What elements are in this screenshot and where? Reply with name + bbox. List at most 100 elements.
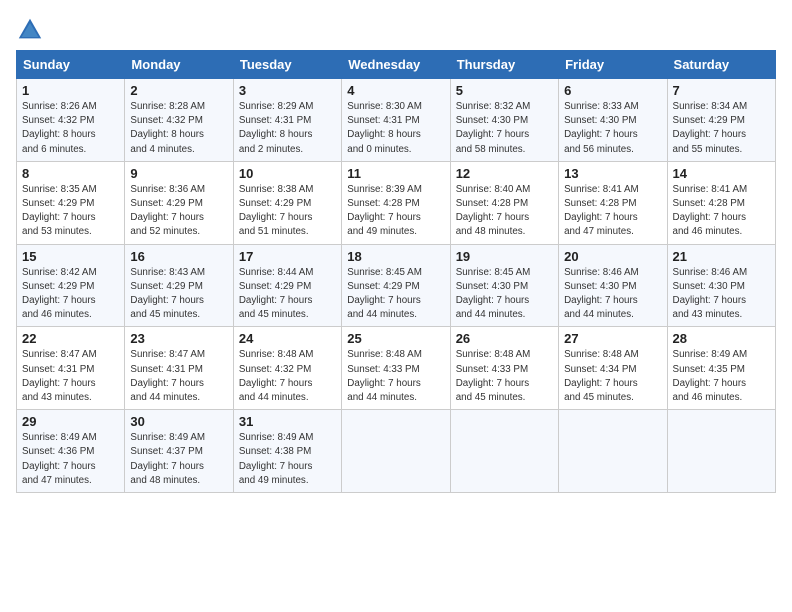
day-number: 28 xyxy=(673,331,770,346)
calendar-cell: 19 Sunrise: 8:45 AMSunset: 4:30 PMDayligh… xyxy=(450,244,558,327)
calendar-cell: 10 Sunrise: 8:38 AMSunset: 4:29 PMDayligh… xyxy=(233,161,341,244)
day-info: Sunrise: 8:32 AMSunset: 4:30 PMDaylight:… xyxy=(456,100,553,157)
day-number: 30 xyxy=(130,414,227,429)
day-info: Sunrise: 8:42 AMSunset: 4:29 PMDaylight:… xyxy=(22,266,119,323)
calendar-cell: 28 Sunrise: 8:49 AMSunset: 4:35 PMDayligh… xyxy=(667,327,775,410)
calendar-cell: 8 Sunrise: 8:35 AMSunset: 4:29 PMDaylight… xyxy=(17,161,125,244)
calendar-cell: 22Sunrise: 8:47 AMSunset: 4:31 PMDayligh… xyxy=(17,327,125,410)
day-number: 6 xyxy=(564,83,661,98)
calendar-cell xyxy=(559,410,667,493)
calendar-cell: 11 Sunrise: 8:39 AMSunset: 4:28 PMDayligh… xyxy=(342,161,450,244)
day-number: 21 xyxy=(673,249,770,264)
calendar-cell: 29 Sunrise: 8:49 AMSunset: 4:36 PMDayligh… xyxy=(17,410,125,493)
calendar-cell: 12Sunrise: 8:40 AMSunset: 4:28 PMDayligh… xyxy=(450,161,558,244)
day-number: 1 xyxy=(22,83,119,98)
day-info: Sunrise: 8:48 AMSunset: 4:32 PMDaylight:… xyxy=(239,348,336,405)
day-info: Sunrise: 8:44 AMSunset: 4:29 PMDaylight:… xyxy=(239,266,336,323)
day-of-week-header: Tuesday xyxy=(233,51,341,79)
day-info: Sunrise: 8:47 AMSunset: 4:31 PMDaylight:… xyxy=(22,348,119,405)
day-of-week-header: Saturday xyxy=(667,51,775,79)
day-of-week-header: Sunday xyxy=(17,51,125,79)
day-number: 2 xyxy=(130,83,227,98)
header-row: SundayMondayTuesdayWednesdayThursdayFrid… xyxy=(17,51,776,79)
logo-icon xyxy=(16,16,44,44)
calendar-cell: 1 Sunrise: 8:26 AMSunset: 4:32 PMDaylight… xyxy=(17,79,125,162)
day-number: 3 xyxy=(239,83,336,98)
day-of-week-header: Thursday xyxy=(450,51,558,79)
calendar-cell xyxy=(450,410,558,493)
calendar-cell: 31Sunrise: 8:49 AMSunset: 4:38 PMDayligh… xyxy=(233,410,341,493)
day-number: 18 xyxy=(347,249,444,264)
calendar-cell: 9 Sunrise: 8:36 AMSunset: 4:29 PMDaylight… xyxy=(125,161,233,244)
day-info: Sunrise: 8:47 AMSunset: 4:31 PMDaylight:… xyxy=(130,348,227,405)
calendar-cell: 20Sunrise: 8:46 AMSunset: 4:30 PMDayligh… xyxy=(559,244,667,327)
calendar-cell: 23 Sunrise: 8:47 AMSunset: 4:31 PMDayligh… xyxy=(125,327,233,410)
day-info: Sunrise: 8:38 AMSunset: 4:29 PMDaylight:… xyxy=(239,183,336,240)
calendar-cell: 24 Sunrise: 8:48 AMSunset: 4:32 PMDayligh… xyxy=(233,327,341,410)
day-number: 10 xyxy=(239,166,336,181)
day-number: 19 xyxy=(456,249,553,264)
day-info: Sunrise: 8:39 AMSunset: 4:28 PMDaylight:… xyxy=(347,183,444,240)
day-info: Sunrise: 8:26 AMSunset: 4:32 PMDaylight:… xyxy=(22,100,119,157)
calendar-header: SundayMondayTuesdayWednesdayThursdayFrid… xyxy=(17,51,776,79)
day-info: Sunrise: 8:35 AMSunset: 4:29 PMDaylight:… xyxy=(22,183,119,240)
day-info: Sunrise: 8:43 AMSunset: 4:29 PMDaylight:… xyxy=(130,266,227,323)
day-info: Sunrise: 8:28 AMSunset: 4:32 PMDaylight:… xyxy=(130,100,227,157)
day-number: 5 xyxy=(456,83,553,98)
calendar-cell: 7 Sunrise: 8:34 AMSunset: 4:29 PMDaylight… xyxy=(667,79,775,162)
day-info: Sunrise: 8:48 AMSunset: 4:34 PMDaylight:… xyxy=(564,348,661,405)
calendar-week-row: 8 Sunrise: 8:35 AMSunset: 4:29 PMDaylight… xyxy=(17,161,776,244)
day-info: Sunrise: 8:33 AMSunset: 4:30 PMDaylight:… xyxy=(564,100,661,157)
calendar-cell: 3 Sunrise: 8:29 AMSunset: 4:31 PMDaylight… xyxy=(233,79,341,162)
day-info: Sunrise: 8:48 AMSunset: 4:33 PMDaylight:… xyxy=(456,348,553,405)
logo xyxy=(16,16,48,44)
calendar-cell: 5 Sunrise: 8:32 AMSunset: 4:30 PMDaylight… xyxy=(450,79,558,162)
day-number: 25 xyxy=(347,331,444,346)
day-number: 11 xyxy=(347,166,444,181)
day-number: 23 xyxy=(130,331,227,346)
day-number: 24 xyxy=(239,331,336,346)
calendar-cell: 27Sunrise: 8:48 AMSunset: 4:34 PMDayligh… xyxy=(559,327,667,410)
calendar-week-row: 22Sunrise: 8:47 AMSunset: 4:31 PMDayligh… xyxy=(17,327,776,410)
header xyxy=(16,16,776,44)
calendar-cell: 17 Sunrise: 8:44 AMSunset: 4:29 PMDayligh… xyxy=(233,244,341,327)
calendar-cell: 30 Sunrise: 8:49 AMSunset: 4:37 PMDayligh… xyxy=(125,410,233,493)
day-info: Sunrise: 8:29 AMSunset: 4:31 PMDaylight:… xyxy=(239,100,336,157)
day-info: Sunrise: 8:45 AMSunset: 4:30 PMDaylight:… xyxy=(456,266,553,323)
calendar-week-row: 15Sunrise: 8:42 AMSunset: 4:29 PMDayligh… xyxy=(17,244,776,327)
day-number: 7 xyxy=(673,83,770,98)
calendar-cell: 6 Sunrise: 8:33 AMSunset: 4:30 PMDaylight… xyxy=(559,79,667,162)
day-number: 31 xyxy=(239,414,336,429)
calendar-cell: 2 Sunrise: 8:28 AMSunset: 4:32 PMDaylight… xyxy=(125,79,233,162)
day-info: Sunrise: 8:41 AMSunset: 4:28 PMDaylight:… xyxy=(673,183,770,240)
day-number: 13 xyxy=(564,166,661,181)
day-number: 9 xyxy=(130,166,227,181)
day-info: Sunrise: 8:48 AMSunset: 4:33 PMDaylight:… xyxy=(347,348,444,405)
calendar-cell: 14 Sunrise: 8:41 AMSunset: 4:28 PMDayligh… xyxy=(667,161,775,244)
day-info: Sunrise: 8:34 AMSunset: 4:29 PMDaylight:… xyxy=(673,100,770,157)
day-info: Sunrise: 8:49 AMSunset: 4:37 PMDaylight:… xyxy=(130,431,227,488)
day-number: 8 xyxy=(22,166,119,181)
calendar-cell xyxy=(342,410,450,493)
day-info: Sunrise: 8:41 AMSunset: 4:28 PMDaylight:… xyxy=(564,183,661,240)
calendar-table: SundayMondayTuesdayWednesdayThursdayFrid… xyxy=(16,50,776,493)
day-number: 17 xyxy=(239,249,336,264)
day-info: Sunrise: 8:49 AMSunset: 4:36 PMDaylight:… xyxy=(22,431,119,488)
day-info: Sunrise: 8:49 AMSunset: 4:35 PMDaylight:… xyxy=(673,348,770,405)
day-info: Sunrise: 8:40 AMSunset: 4:28 PMDaylight:… xyxy=(456,183,553,240)
day-info: Sunrise: 8:46 AMSunset: 4:30 PMDaylight:… xyxy=(564,266,661,323)
calendar-cell: 26Sunrise: 8:48 AMSunset: 4:33 PMDayligh… xyxy=(450,327,558,410)
day-of-week-header: Friday xyxy=(559,51,667,79)
calendar-week-row: 29 Sunrise: 8:49 AMSunset: 4:36 PMDayligh… xyxy=(17,410,776,493)
day-info: Sunrise: 8:30 AMSunset: 4:31 PMDaylight:… xyxy=(347,100,444,157)
calendar-cell: 25 Sunrise: 8:48 AMSunset: 4:33 PMDayligh… xyxy=(342,327,450,410)
day-number: 14 xyxy=(673,166,770,181)
day-info: Sunrise: 8:36 AMSunset: 4:29 PMDaylight:… xyxy=(130,183,227,240)
day-of-week-header: Wednesday xyxy=(342,51,450,79)
day-of-week-header: Monday xyxy=(125,51,233,79)
calendar-cell: 21Sunrise: 8:46 AMSunset: 4:30 PMDayligh… xyxy=(667,244,775,327)
calendar-body: 1 Sunrise: 8:26 AMSunset: 4:32 PMDaylight… xyxy=(17,79,776,493)
calendar-cell: 18Sunrise: 8:45 AMSunset: 4:29 PMDayligh… xyxy=(342,244,450,327)
calendar-cell: 16Sunrise: 8:43 AMSunset: 4:29 PMDayligh… xyxy=(125,244,233,327)
day-number: 29 xyxy=(22,414,119,429)
